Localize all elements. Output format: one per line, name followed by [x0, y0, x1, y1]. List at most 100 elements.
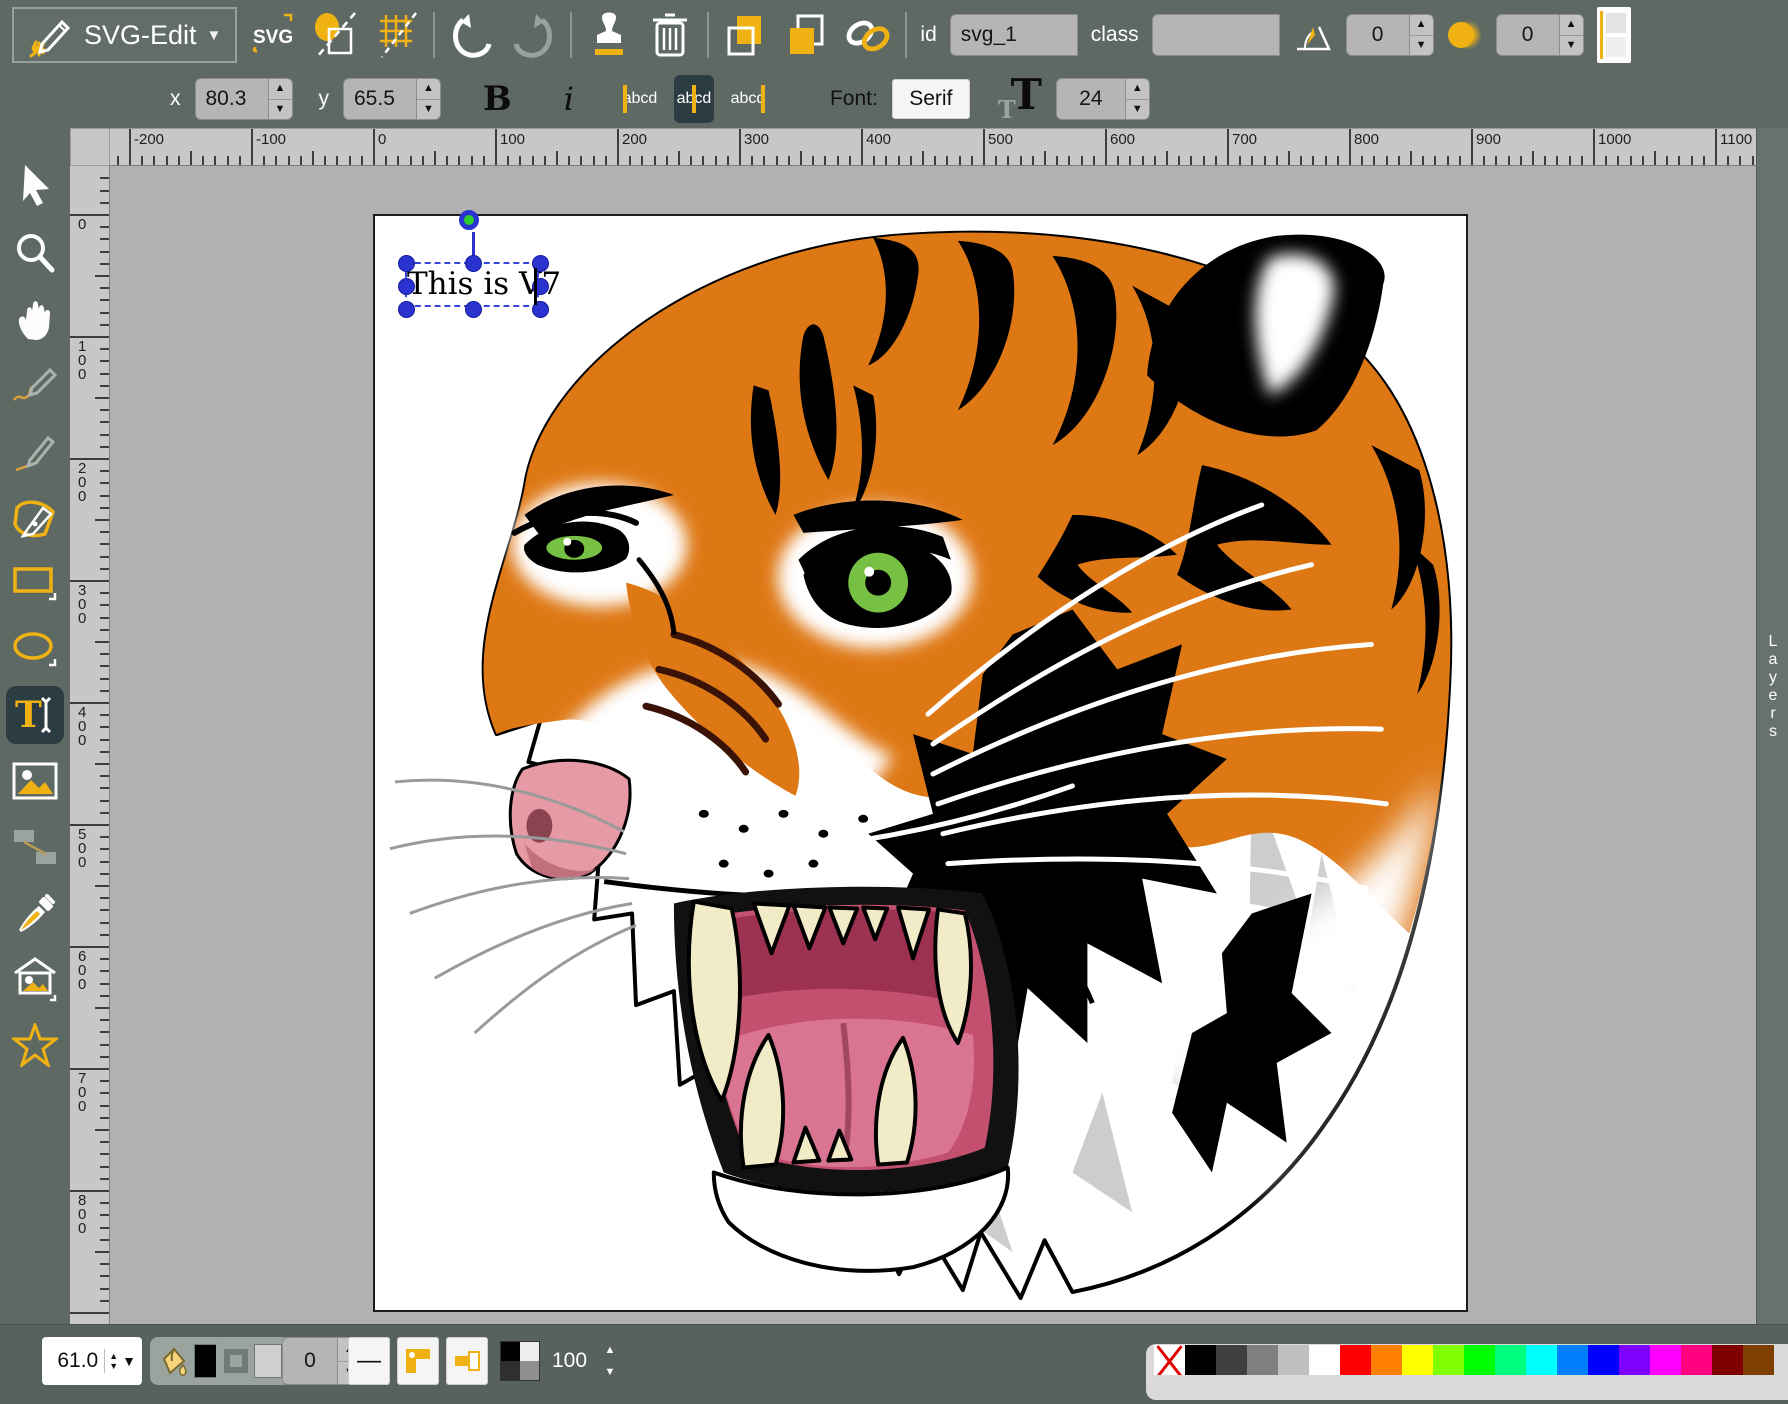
tool-image[interactable] [6, 752, 64, 810]
opacity-spinner[interactable]: ▲▼ [598, 1339, 622, 1383]
main-menu-button[interactable]: SVG-Edit ▼ [12, 7, 237, 63]
selection-handle-sw[interactable] [398, 301, 415, 318]
text-anchor-end-button[interactable]: abcd [728, 75, 768, 123]
palette-swatch[interactable] [1185, 1345, 1216, 1375]
palette-swatch[interactable] [1247, 1345, 1278, 1375]
tool-zoom[interactable] [6, 224, 64, 282]
workspace[interactable]: This is V7 [110, 166, 1756, 1324]
move-to-top-button[interactable] [783, 9, 831, 61]
bold-button[interactable]: B [477, 78, 518, 120]
stroke-width-input[interactable]: 0 [282, 1337, 338, 1385]
tool-star[interactable] [6, 1016, 64, 1074]
palette-swatch[interactable] [1712, 1345, 1743, 1375]
font-size-spinner[interactable]: ▲▼ [1126, 78, 1150, 120]
edit-source-button[interactable]: SVG [250, 9, 298, 61]
palette-swatch[interactable] [1588, 1345, 1619, 1375]
zoom-value[interactable]: 61.0 [48, 1349, 105, 1373]
tool-pan[interactable] [6, 290, 64, 348]
palette-swatch[interactable] [1216, 1345, 1247, 1375]
opacity-gradient-icon[interactable] [500, 1341, 540, 1381]
tool-rectangle[interactable] [6, 554, 64, 612]
palette-swatch[interactable] [1619, 1345, 1650, 1375]
tool-pencil[interactable] [6, 356, 64, 414]
selection-handle-w[interactable] [398, 278, 415, 295]
selection-handle-nw[interactable] [398, 255, 415, 272]
ruler-tick [288, 156, 290, 165]
wireframe-button[interactable] [311, 9, 359, 61]
text-anchor-middle-button[interactable]: abcd [674, 75, 714, 123]
selection-box[interactable] [405, 262, 539, 307]
rotate-grip[interactable] [459, 210, 479, 230]
palette-swatch-none[interactable] [1154, 1345, 1185, 1375]
svg-canvas[interactable]: This is V7 [373, 214, 1468, 1312]
blur-input[interactable]: 0 [1496, 14, 1560, 56]
stroke-color-control[interactable] [216, 1337, 290, 1385]
palette-swatch[interactable] [1433, 1345, 1464, 1375]
element-id-input[interactable]: svg_1 [950, 14, 1078, 56]
bottom-toolbar: 61.0 ▲▼ ▼ 0 ▲▼ — [0, 1324, 1788, 1404]
text-anchor-start-button[interactable]: abcd [620, 75, 660, 123]
redo-button[interactable] [509, 9, 557, 61]
linejoin-button[interactable] [397, 1337, 439, 1385]
blur-button [1447, 9, 1483, 61]
tool-path[interactable] [6, 488, 64, 546]
font-family-button[interactable]: Serif [892, 79, 970, 119]
ruler-tick [275, 156, 277, 165]
tool-eyedropper[interactable] [6, 884, 64, 942]
tool-connector[interactable] [6, 818, 64, 876]
stroke-color-swatch[interactable] [254, 1344, 282, 1378]
selection-handle-n[interactable] [465, 255, 482, 272]
x-position-input[interactable]: 80.3 [195, 78, 269, 120]
grid-snap-button[interactable] [372, 9, 420, 61]
layers-panel-toggle[interactable]: Layers [1756, 128, 1788, 1324]
selection-handle-s[interactable] [465, 301, 482, 318]
tool-shape-library[interactable] [6, 950, 64, 1008]
palette-swatch[interactable] [1371, 1345, 1402, 1375]
linecap-button[interactable] [446, 1337, 488, 1385]
palette-swatch[interactable] [1278, 1345, 1309, 1375]
tool-text[interactable]: T [6, 686, 64, 744]
tool-line[interactable] [6, 422, 64, 480]
palette-swatch[interactable] [1743, 1345, 1774, 1375]
y-label: y [319, 87, 330, 111]
italic-button[interactable]: i [558, 79, 580, 119]
zoom-spinner[interactable]: ▲▼ [105, 1351, 122, 1371]
delete-button[interactable] [646, 9, 694, 61]
palette-swatch[interactable] [1557, 1345, 1588, 1375]
palette-swatch[interactable] [1495, 1345, 1526, 1375]
element-class-input[interactable] [1152, 14, 1280, 56]
undo-button[interactable] [448, 9, 496, 61]
zoom-control[interactable]: 61.0 ▲▼ ▼ [42, 1337, 142, 1385]
swatch-panel-button[interactable] [1597, 7, 1631, 63]
ruler-label: 500 [988, 131, 1013, 148]
y-spinner[interactable]: ▲▼ [417, 78, 441, 120]
ruler-tick [166, 156, 168, 165]
clone-button[interactable] [585, 9, 633, 61]
ruler-tick [1544, 156, 1546, 165]
font-size-input[interactable]: 24 [1056, 78, 1126, 120]
angle-spinner[interactable]: ▲▼ [1410, 14, 1434, 56]
palette-swatch[interactable] [1464, 1345, 1495, 1375]
blur-spinner[interactable]: ▲▼ [1560, 14, 1584, 56]
make-link-button[interactable] [844, 9, 892, 61]
palette-swatch[interactable] [1402, 1345, 1433, 1375]
x-spinner[interactable]: ▲▼ [269, 78, 293, 120]
palette-swatch[interactable] [1526, 1345, 1557, 1375]
tool-select[interactable] [6, 156, 64, 214]
ruler-tick [1166, 151, 1168, 165]
stroke-style-button[interactable]: — [348, 1337, 390, 1385]
palette-swatch[interactable] [1681, 1345, 1712, 1375]
palette-swatch[interactable] [1340, 1345, 1371, 1375]
opacity-value[interactable]: 100 [552, 1337, 587, 1385]
tool-ellipse[interactable] [6, 620, 64, 678]
ruler-tick [117, 156, 119, 165]
y-position-input[interactable]: 65.5 [343, 78, 417, 120]
move-to-bottom-button[interactable] [722, 9, 770, 61]
ruler-tick [100, 1056, 109, 1058]
palette-swatch[interactable] [1650, 1345, 1681, 1375]
rotation-angle-input[interactable]: 0 [1346, 14, 1410, 56]
trash-icon [649, 11, 691, 59]
palette-swatch[interactable] [1309, 1345, 1340, 1375]
zoom-dropdown-icon[interactable]: ▼ [122, 1353, 136, 1369]
ruler-tick [1581, 156, 1583, 165]
